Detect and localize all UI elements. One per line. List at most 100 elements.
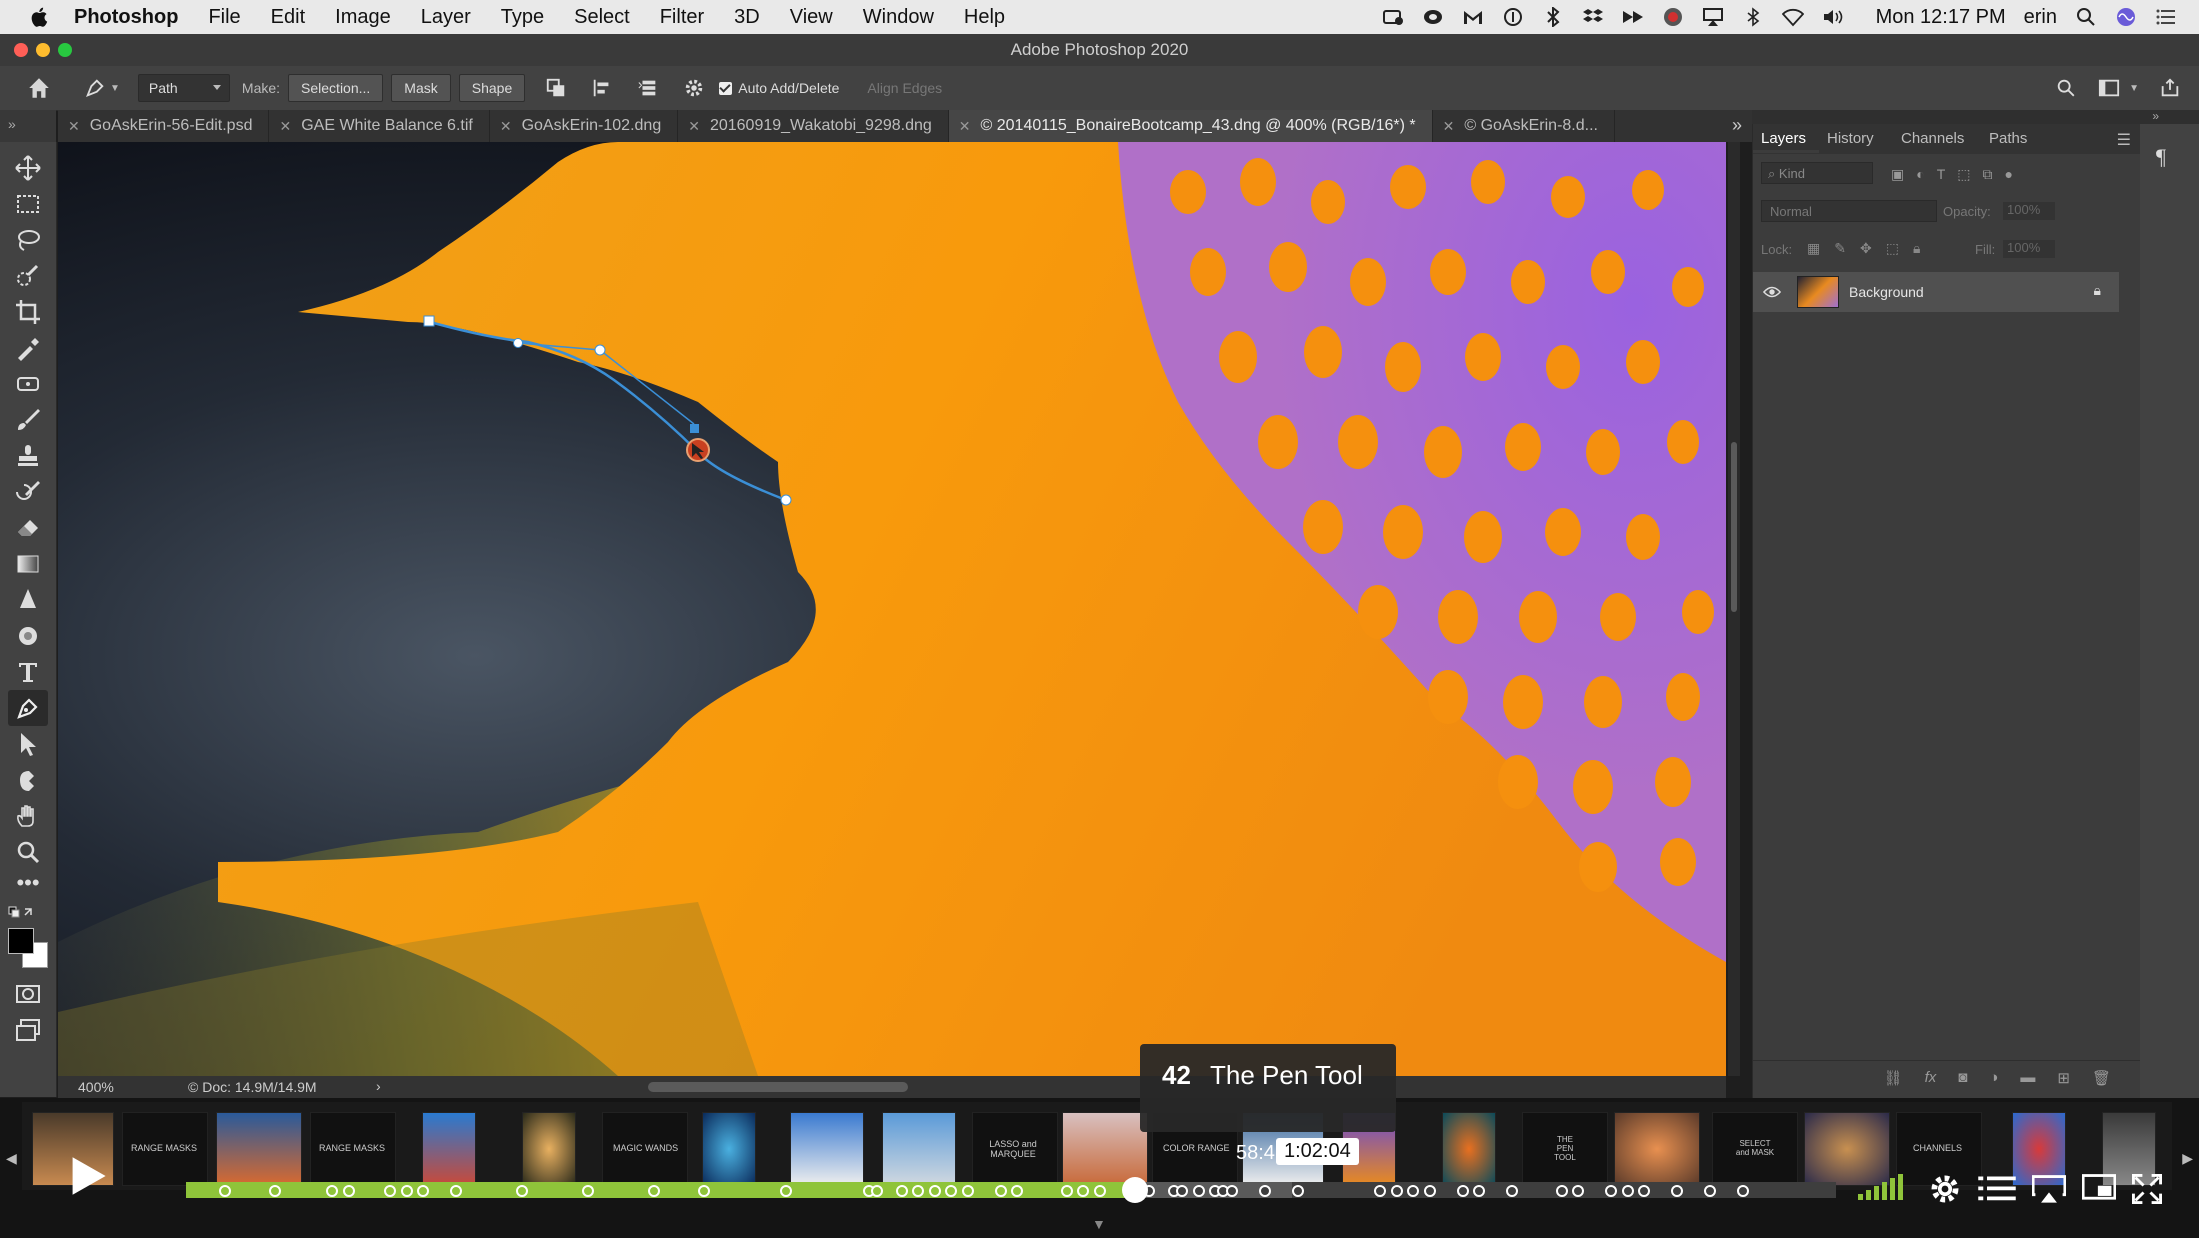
chapter-marker[interactable]: [912, 1185, 924, 1197]
add-mask-icon[interactable]: ◙: [1958, 1069, 1967, 1086]
apple-icon[interactable]: [28, 6, 50, 28]
chapter-marker[interactable]: [697, 1185, 710, 1197]
wifi-icon[interactable]: [1781, 7, 1804, 27]
filter-smart-object-icon[interactable]: ⧉: [1983, 166, 1993, 183]
blur-tool-icon[interactable]: [14, 586, 42, 614]
brush-tool-icon[interactable]: [14, 406, 42, 434]
tab-doc-1[interactable]: ✕ GoAskErin-56-Edit.psd: [58, 110, 270, 142]
menu-layer[interactable]: Layer: [421, 6, 471, 29]
close-tab-icon[interactable]: ✕: [279, 118, 291, 135]
tab-layers[interactable]: Layers: [1761, 130, 1806, 147]
bluetooth-icon[interactable]: [1742, 7, 1764, 27]
chapter-marker[interactable]: [1192, 1185, 1205, 1197]
tab-doc-active[interactable]: ✕ © 20140115_BonaireBootcamp_43.dng @ 400…: [948, 110, 1433, 142]
chapter-marker[interactable]: [417, 1185, 429, 1197]
status-menu-chevron-icon[interactable]: ›: [376, 1078, 381, 1094]
zoom-tool-icon[interactable]: [14, 838, 42, 866]
lasso-tool-icon[interactable]: [14, 226, 42, 254]
anchor-point-start[interactable]: [423, 315, 435, 327]
move-tool-icon[interactable]: [14, 154, 42, 182]
gmail-icon[interactable]: [1462, 7, 1484, 27]
path-selection-tool-icon[interactable]: [14, 730, 42, 758]
menu-file[interactable]: File: [208, 6, 240, 29]
marquee-tool-icon[interactable]: [14, 190, 42, 218]
record-icon[interactable]: [1662, 7, 1684, 27]
chapter-thumb[interactable]: RANGE MASKS: [122, 1112, 208, 1186]
canvas-vertical-scrollbar[interactable]: [1728, 142, 1740, 1076]
picture-in-picture-icon[interactable]: [2082, 1174, 2116, 1202]
more-tools-icon[interactable]: •••: [14, 872, 42, 904]
tab-doc-4[interactable]: ✕ 20160919_Wakatobi_9298.dng: [678, 110, 949, 142]
healing-brush-tool-icon[interactable]: [14, 370, 42, 398]
lock-all-icon[interactable]: 🔒︎: [1913, 240, 1920, 257]
chapter-marker[interactable]: [1605, 1185, 1617, 1197]
chapter-marker[interactable]: [1374, 1185, 1386, 1197]
tab-doc-3[interactable]: ✕ GoAskErin-102.dng: [490, 110, 679, 142]
chapter-marker[interactable]: [1423, 1185, 1436, 1197]
fullscreen-icon[interactable]: [2132, 1174, 2162, 1204]
close-window-button[interactable]: [14, 43, 28, 57]
gear-icon[interactable]: [683, 77, 705, 99]
filter-toggle-icon[interactable]: ●: [2005, 166, 2013, 183]
chapter-thumb[interactable]: LASSO and MARQUEE: [972, 1112, 1058, 1186]
chapter-thumb[interactable]: [1062, 1112, 1148, 1186]
chapter-marker[interactable]: [1176, 1185, 1188, 1197]
menu-filter[interactable]: Filter: [660, 6, 704, 29]
zoom-window-button[interactable]: [58, 43, 72, 57]
tab-history[interactable]: History: [1827, 130, 1874, 147]
tabs-overflow-button[interactable]: »: [1722, 110, 1752, 142]
chapter-thumb[interactable]: [216, 1112, 302, 1186]
filter-type-icon[interactable]: T: [1937, 166, 1946, 183]
eyedropper-tool-icon[interactable]: [14, 334, 42, 362]
layer-row-background[interactable]: Background 🔒︎: [1753, 272, 2119, 312]
screen-record-icon[interactable]: [1382, 7, 1404, 27]
canvas-horizontal-scrollbar[interactable]: [648, 1082, 908, 1092]
onepassword-icon[interactable]: [1502, 7, 1524, 27]
chapter-marker[interactable]: [870, 1185, 883, 1197]
spotlight-search-icon[interactable]: [2075, 7, 2097, 27]
share-icon[interactable]: [2159, 77, 2181, 99]
tab-channels[interactable]: Channels: [1901, 130, 1964, 147]
chapter-thumb[interactable]: [882, 1112, 956, 1186]
close-tab-icon[interactable]: ✕: [500, 118, 512, 135]
default-colors-icon[interactable]: [8, 906, 34, 924]
new-group-icon[interactable]: ▬: [2020, 1069, 2035, 1086]
menu-edit[interactable]: Edit: [271, 6, 305, 29]
menu-view[interactable]: View: [790, 6, 833, 29]
chapter-marker[interactable]: [1225, 1185, 1238, 1197]
path-arrangement-icon[interactable]: [637, 77, 659, 99]
chapter-thumb[interactable]: [522, 1112, 576, 1186]
chapter-thumb[interactable]: THE PEN TOOL: [1522, 1112, 1608, 1186]
history-brush-tool-icon[interactable]: [14, 478, 42, 506]
collapse-chevron-icon[interactable]: ▼: [1092, 1216, 1106, 1232]
minimize-window-button[interactable]: [36, 43, 50, 57]
make-shape-button[interactable]: Shape: [458, 74, 526, 102]
progress-track[interactable]: [186, 1177, 1836, 1203]
chapter-marker[interactable]: [1704, 1185, 1716, 1197]
chapter-marker[interactable]: [450, 1185, 462, 1197]
chapter-marker[interactable]: [1621, 1185, 1634, 1197]
new-layer-icon[interactable]: ⊞: [2057, 1069, 2070, 1087]
menu-image[interactable]: Image: [335, 6, 391, 29]
chapter-marker[interactable]: [994, 1185, 1007, 1197]
pen-tool-preset-icon[interactable]: [84, 77, 106, 99]
chapter-marker[interactable]: [1737, 1185, 1749, 1197]
panel-collapse-strip[interactable]: »: [1752, 110, 2199, 124]
opacity-field[interactable]: 100%: [2003, 202, 2055, 220]
chapter-marker[interactable]: [648, 1185, 660, 1197]
chapter-marker[interactable]: [1572, 1185, 1584, 1197]
fill-field[interactable]: 100%: [2003, 240, 2055, 258]
shape-tool-icon[interactable]: [14, 766, 42, 794]
menu-help[interactable]: Help: [964, 6, 1005, 29]
menu-app-name[interactable]: Photoshop: [74, 6, 178, 29]
tab-doc-6[interactable]: ✕ © GoAskErin-8.d...: [1433, 110, 1615, 142]
settings-gear-icon[interactable]: [1928, 1172, 1962, 1206]
chapter-marker[interactable]: [582, 1185, 594, 1197]
tools-collapse-strip[interactable]: »: [0, 110, 56, 142]
thumbnail-strip[interactable]: RANGE MASKS RANGE MASKS MAGIC WANDS LASS…: [22, 1102, 2172, 1190]
lock-transparent-icon[interactable]: ▦: [1807, 240, 1820, 257]
close-tab-icon[interactable]: ✕: [1443, 118, 1455, 135]
chapter-marker[interactable]: [1258, 1185, 1271, 1197]
paragraph-panel-icon[interactable]: ¶: [2156, 144, 2182, 170]
chapter-thumb[interactable]: SELECT and MASK: [1712, 1112, 1798, 1186]
